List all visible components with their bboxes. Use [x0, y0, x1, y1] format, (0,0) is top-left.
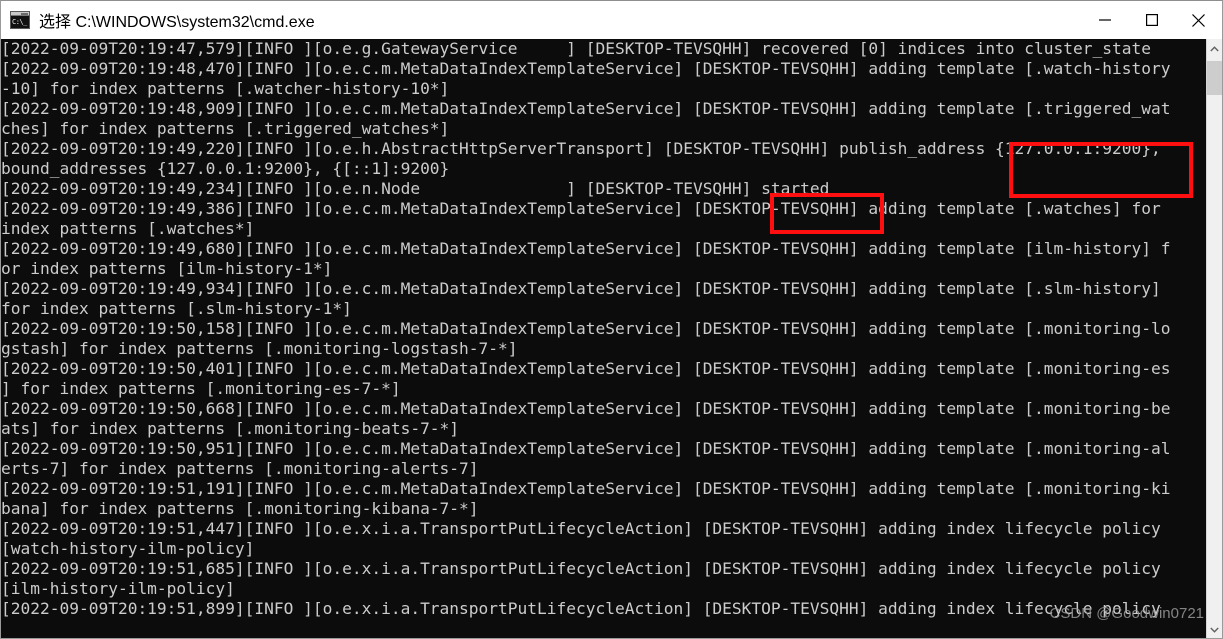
maximize-icon — [1145, 14, 1158, 26]
console-line: gstash] for index patterns [.monitoring-… — [1, 339, 518, 358]
console-line: [ilm-history-ilm-policy] — [1, 579, 235, 598]
chevron-down-icon — [1210, 627, 1219, 633]
window-title: 选择 C:\WINDOWS\system32\cmd.exe — [39, 14, 315, 31]
scroll-down-arrow-icon[interactable] — [1207, 620, 1222, 638]
console-line: [2022-09-09T20:19:51,899][INFO ][o.e.x.i… — [1, 599, 1161, 618]
console-log-text: [2022-09-09T20:19:47,579][INFO ][o.e.g.G… — [1, 39, 1206, 638]
console-line: ats] for index patterns [.monitoring-bea… — [1, 419, 460, 438]
window-controls — [1081, 1, 1222, 39]
console-line: ches] for index patterns [.triggered_wat… — [1, 119, 450, 138]
cmd-icon[interactable]: C:\_ — [10, 11, 30, 29]
maximize-button[interactable] — [1128, 1, 1175, 39]
close-button[interactable] — [1175, 1, 1222, 39]
console-line: [2022-09-09T20:19:49,220][INFO ][o.e.h.A… — [1, 139, 1161, 158]
minimize-icon — [1098, 19, 1111, 21]
console-line: [2022-09-09T20:19:49,934][INFO ][o.e.c.m… — [1, 279, 1161, 298]
console-line: erts-7] for index patterns [.monitoring-… — [1, 459, 479, 478]
console-line: bana] for index patterns [.monitoring-ki… — [1, 499, 479, 518]
cmd-window: C:\_ 选择 C:\WINDOWS\system32\cmd.exe [202… — [0, 0, 1223, 639]
console-line: [2022-09-09T20:19:51,447][INFO ][o.e.x.i… — [1, 519, 1161, 538]
console-line: [2022-09-09T20:19:50,158][INFO ][o.e.c.m… — [1, 319, 1171, 338]
scrollbar-thumb[interactable] — [1207, 61, 1222, 95]
console-line: -10] for index patterns [.watcher-histor… — [1, 79, 450, 98]
vertical-scrollbar[interactable] — [1206, 39, 1222, 638]
console-output-area[interactable]: [2022-09-09T20:19:47,579][INFO ][o.e.g.G… — [1, 39, 1222, 638]
console-line: [2022-09-09T20:19:51,685][INFO ][o.e.x.i… — [1, 559, 1161, 578]
console-line: or index patterns [ilm-history-1*] — [1, 259, 333, 278]
console-line: [2022-09-09T20:19:49,386][INFO ][o.e.c.m… — [1, 199, 1161, 218]
console-line: ] for index patterns [.monitoring-es-7-*… — [1, 379, 401, 398]
console-line: for index patterns [.slm-history-1*] — [1, 299, 352, 318]
console-line: [2022-09-09T20:19:48,909][INFO ][o.e.c.m… — [1, 99, 1171, 118]
console-line: bound_addresses {127.0.0.1:9200}, {[::1]… — [1, 159, 450, 178]
console-line: [2022-09-09T20:19:50,401][INFO ][o.e.c.m… — [1, 359, 1171, 378]
close-icon — [1192, 13, 1205, 27]
title-bar[interactable]: C:\_ 选择 C:\WINDOWS\system32\cmd.exe — [1, 1, 1222, 39]
console-line: [2022-09-09T20:19:49,680][INFO ][o.e.c.m… — [1, 239, 1171, 258]
minimize-button[interactable] — [1081, 1, 1128, 39]
console-line: [2022-09-09T20:19:51,191][INFO ][o.e.c.m… — [1, 479, 1171, 498]
console-line: [2022-09-09T20:19:50,668][INFO ][o.e.c.m… — [1, 399, 1171, 418]
chevron-up-icon — [1210, 45, 1219, 51]
console-line: index patterns [.watches*] — [1, 219, 255, 238]
console-line: [watch-history-ilm-policy] — [1, 539, 255, 558]
console-line: [2022-09-09T20:19:48,470][INFO ][o.e.c.m… — [1, 59, 1171, 78]
scroll-up-arrow-icon[interactable] — [1207, 39, 1222, 58]
console-line: [2022-09-09T20:19:47,579][INFO ][o.e.g.G… — [1, 39, 1151, 58]
title-bar-left: C:\_ 选择 C:\WINDOWS\system32\cmd.exe — [1, 8, 1081, 32]
console-line: [2022-09-09T20:19:50,951][INFO ][o.e.c.m… — [1, 439, 1171, 458]
cmd-icon-screen: C:\_ — [11, 16, 29, 28]
console-line: [2022-09-09T20:19:49,234][INFO ][o.e.n.N… — [1, 179, 830, 198]
